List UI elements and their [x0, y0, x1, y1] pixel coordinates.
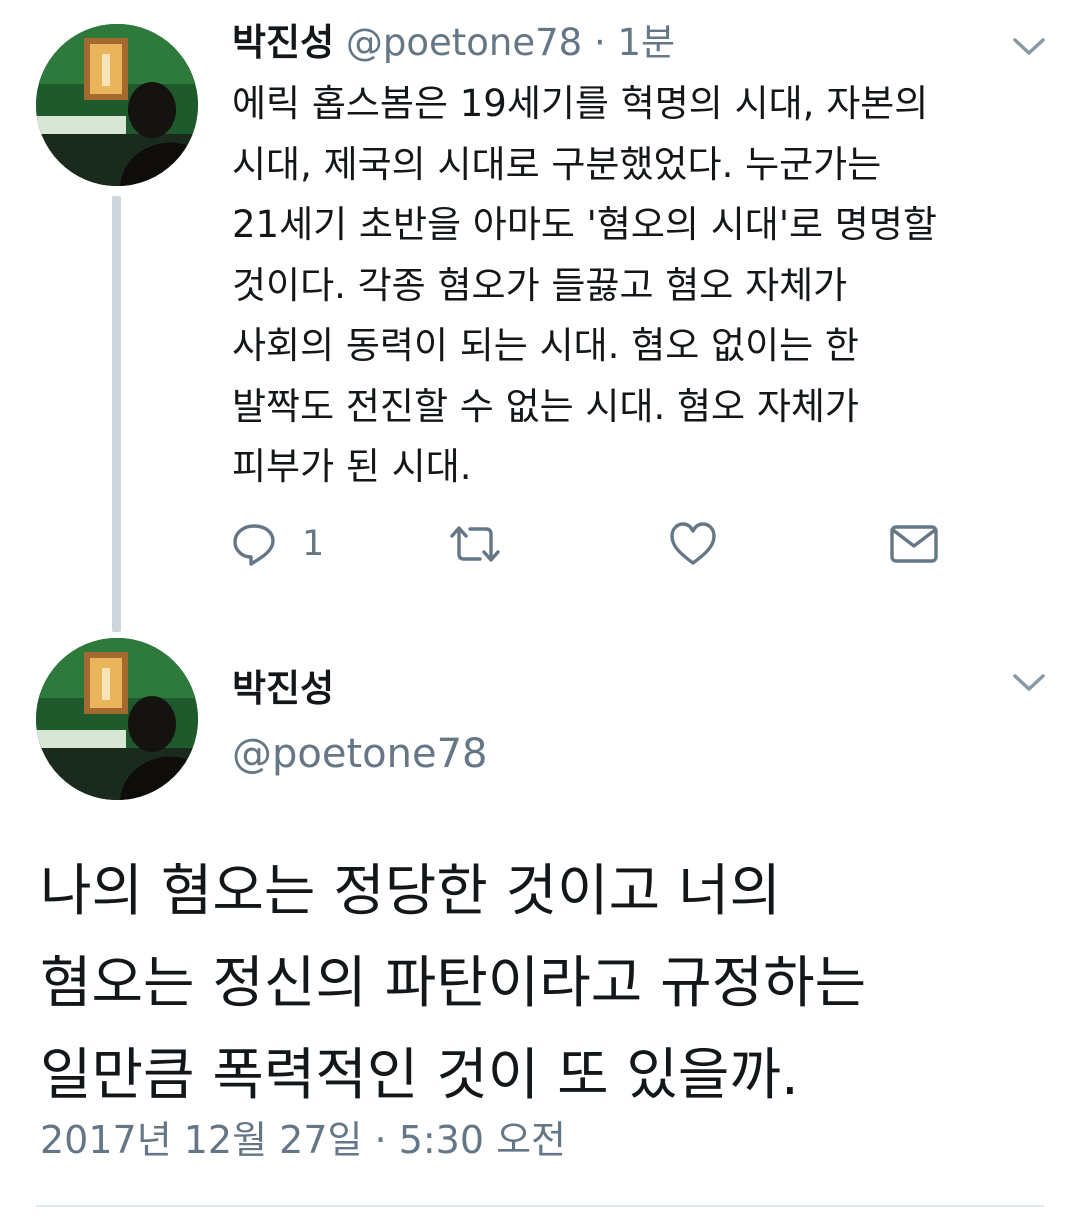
tweet-text: 에릭 홉스봄은 19세기를 혁명의 시대, 자본의 시대, 제국의 시대로 구분… [232, 74, 1042, 498]
reply-count: 1 [302, 524, 325, 564]
message-icon [890, 525, 938, 563]
tweet-text-line: 것이다. 각종 혐오가 들끓고 혐오 자체가 [232, 263, 848, 307]
tweet-text-line: 에릭 홉스봄은 19세기를 혁명의 시대, 자본의 [232, 82, 929, 125]
author-name[interactable]: 박진성 [232, 664, 334, 714]
tweet-text-line: 일만큼 폭력적인 것이 또 있을까. [40, 1043, 799, 1108]
author-name[interactable]: 박진성 [232, 21, 334, 64]
tweet-text-line: 발짝도 전진할 수 없는 시대. 혐오 자체가 [232, 384, 859, 428]
tweet-text-line: 나의 혐오는 정당한 것이고 너의 [40, 859, 781, 924]
tweet-text-line: 시대, 제국의 시대로 구분했었다. 누군가는 [232, 142, 882, 186]
tweet-text-line: 사회의 동력이 되는 시대. 혐오 없이는 한 [232, 324, 859, 367]
avatar[interactable] [36, 24, 198, 186]
chevron-down-icon[interactable] [1012, 36, 1046, 58]
like-button[interactable] [668, 514, 718, 574]
author-handle[interactable]: @poetone78 [232, 728, 488, 780]
reply-icon [233, 524, 275, 566]
retweet-icon [450, 526, 500, 562]
chevron-down-icon[interactable] [1012, 672, 1046, 694]
tweet-actions: 1 [0, 514, 1080, 574]
reply-button[interactable]: 1 [230, 514, 324, 574]
avatar[interactable] [36, 638, 198, 800]
tweet-text: 나의 혐오는 정당한 것이고 너의 혐오는 정신의 파탄이라고 규정하는 일만큼… [40, 846, 1050, 1122]
tweet-text-line: 피부가 된 시대. [232, 445, 472, 488]
time-ago[interactable]: 1분 [618, 21, 676, 64]
separator-dot: · [593, 21, 606, 64]
tweet-timestamp: 2017년 12월 27일 · 5:30 오전 [40, 1118, 567, 1162]
divider [36, 1205, 1044, 1207]
author-handle[interactable]: @poetone78 [346, 21, 582, 64]
message-button[interactable] [888, 514, 940, 574]
tweet-text-line: 혐오는 정신의 파탄이라고 규정하는 [40, 951, 867, 1016]
tweet-text-line: 21세기 초반을 아마도 '혐오의 시대'로 명명할 [232, 203, 937, 246]
retweet-button[interactable] [446, 514, 504, 574]
tweet-header: 박진성 @poetone78 · 1분 [232, 16, 675, 70]
like-icon [670, 522, 716, 565]
